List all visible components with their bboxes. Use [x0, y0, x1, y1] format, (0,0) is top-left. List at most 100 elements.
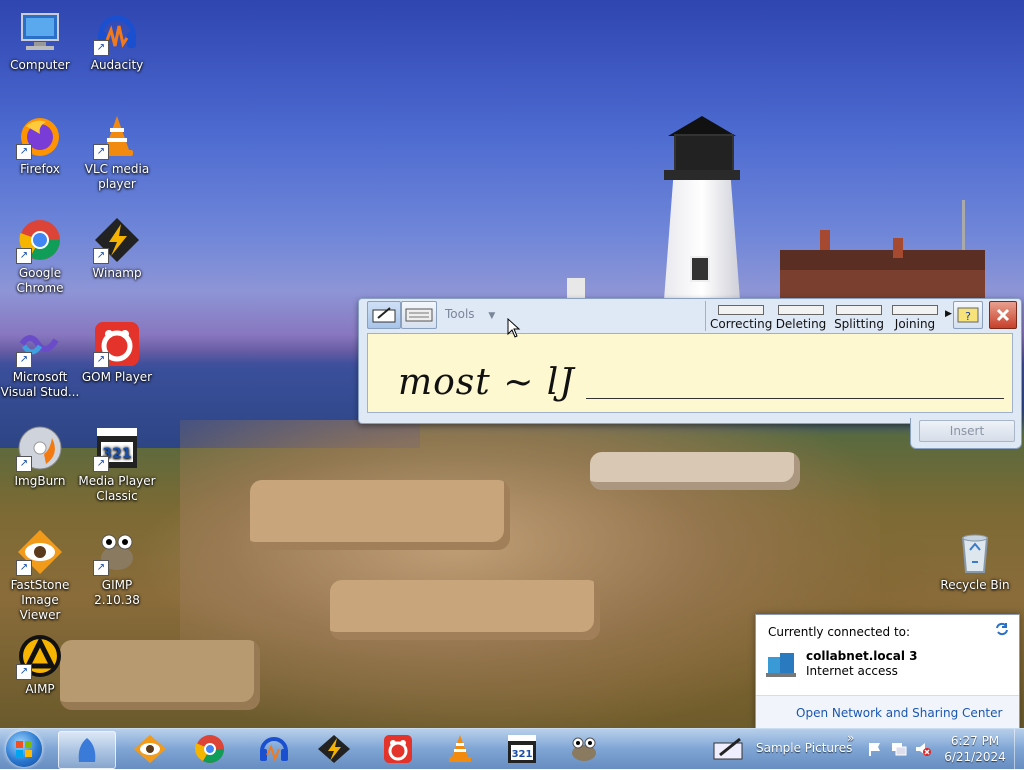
pen-pad-icon [372, 307, 396, 323]
close-button[interactable] [989, 301, 1017, 329]
small-building [567, 278, 585, 298]
input-panel-app-icon [78, 738, 96, 762]
rock [60, 640, 260, 710]
gimp-icon [572, 737, 596, 761]
desktop-icon-media-player-classic[interactable]: 321 ↗ Media Player Classic [77, 424, 157, 504]
vlc-icon [449, 735, 471, 762]
network-popup: Currently connected to: collabnet.local … [755, 614, 1020, 730]
gom-player-icon [384, 735, 412, 763]
help-icon: ? [957, 307, 979, 323]
rock [590, 452, 800, 490]
correcting-gesture-icon [718, 305, 764, 315]
desktop-icon-faststone[interactable]: ↗ FastStone Image Viewer [0, 528, 80, 623]
taskbar-audacity[interactable] [246, 731, 302, 767]
shortcut-arrow-icon: ↗ [93, 144, 109, 160]
taskbar-media-player-classic[interactable]: 321 [494, 731, 550, 767]
desktop-icon-gimp[interactable]: ↗ GIMP 2.10.38 [77, 528, 157, 608]
aimp-icon: ↗ [16, 632, 64, 680]
network-domain-icon [766, 653, 796, 677]
lighthouse [656, 110, 746, 300]
media-player-classic-icon: 321 ↗ [93, 424, 141, 472]
audacity-icon: ↗ [93, 8, 141, 56]
winamp-icon [318, 735, 350, 763]
faststone-icon [134, 735, 166, 763]
ink-text: most ~ lJ [398, 362, 575, 403]
insert-button[interactable]: Insert [919, 420, 1015, 442]
keyboard-button[interactable] [401, 301, 437, 329]
computer-icon [16, 8, 64, 56]
house-roof [780, 250, 985, 270]
gom-player-icon: ↗ [93, 320, 141, 368]
network-name: collabnet.local 3 [806, 649, 918, 663]
taskbar-vlc[interactable] [432, 731, 488, 767]
desktop-icon-gom-player[interactable]: ↗ GOM Player [77, 320, 157, 385]
chrome-icon [194, 735, 224, 763]
chrome-icon: ↗ [16, 216, 64, 264]
gesture-joining: Joining [884, 301, 946, 331]
taskbar-winamp[interactable] [306, 731, 362, 767]
gesture-deleting: Deleting [770, 301, 832, 331]
taskbar-gimp[interactable] [556, 731, 612, 767]
desktop-icon-recycle-bin[interactable]: Recycle Bin [935, 528, 1015, 593]
taskbar-gom-player[interactable] [370, 731, 426, 767]
close-icon [996, 308, 1010, 322]
taskbar-input-panel[interactable] [58, 731, 116, 769]
imgburn-icon: ↗ [16, 424, 64, 472]
faststone-icon: ↗ [16, 528, 64, 576]
toolbar-overflow-chevron[interactable]: » [847, 731, 854, 745]
shortcut-arrow-icon: ↗ [93, 40, 109, 56]
joining-gesture-icon [892, 305, 938, 315]
deleting-gesture-icon [778, 305, 824, 315]
network-popup-footer: Open Network and Sharing Center [756, 695, 1019, 730]
taskbar-chrome[interactable] [182, 731, 238, 767]
tablet-input-tray-icon[interactable] [712, 735, 746, 763]
network-sharing-center-link[interactable]: Open Network and Sharing Center [796, 706, 1002, 720]
desktop-icon-computer[interactable]: Computer [0, 8, 80, 73]
desktop-icon-aimp[interactable]: ↗ AIMP [0, 632, 80, 697]
winamp-icon: ↗ [93, 216, 141, 264]
desktop-icon-visual-studio[interactable]: ↗ Microsoft Visual Stud... [0, 320, 80, 400]
desktop-icon-imgburn[interactable]: ↗ ImgBurn [0, 424, 80, 489]
network-tray-icon[interactable] [890, 741, 908, 757]
recycle-bin-icon [951, 528, 999, 576]
gesture-splitting: Splitting [828, 301, 890, 331]
refresh-icon[interactable] [994, 621, 1010, 637]
system-clock[interactable]: 6:27 PM 6/21/2024 [940, 733, 1010, 765]
desktop-icon-audacity[interactable]: ↗ Audacity [77, 8, 157, 73]
taskbar-faststone[interactable] [122, 731, 178, 767]
splitting-gesture-icon [836, 305, 882, 315]
keyboard-icon [405, 308, 433, 322]
windows-logo-icon [16, 741, 32, 757]
shortcut-arrow-icon: ↗ [16, 664, 32, 680]
sample-pictures-toolbar[interactable]: Sample Pictures [756, 741, 852, 755]
input-panel: Tools ▼ Correcting Deleting Splitting Jo… [358, 298, 1022, 449]
rock [330, 580, 600, 640]
writing-pad[interactable]: most ~ lJ [367, 333, 1013, 413]
svg-text:?: ? [965, 310, 971, 323]
help-button[interactable]: ? [953, 301, 983, 329]
dropdown-arrow-icon: ▼ [488, 311, 496, 321]
action-center-flag-icon[interactable] [868, 741, 882, 757]
vlc-icon: ↗ [93, 112, 141, 160]
gesture-legend: Correcting Deleting Splitting Joining [705, 301, 944, 331]
rock [250, 480, 510, 550]
volume-muted-icon[interactable] [914, 741, 932, 757]
start-button[interactable] [6, 731, 42, 767]
desktop-icon-chrome[interactable]: ↗ Google Chrome [0, 216, 80, 296]
writing-baseline [586, 398, 1004, 399]
writing-pad-button[interactable] [367, 301, 401, 329]
expand-arrow-icon[interactable]: ▶ [945, 309, 952, 319]
desktop-icon-firefox[interactable]: ↗ Firefox [0, 112, 80, 177]
desktop-icon-winamp[interactable]: ↗ Winamp [77, 216, 157, 281]
shortcut-arrow-icon: ↗ [93, 352, 109, 368]
clock-date: 6/21/2024 [944, 750, 1006, 764]
input-panel-toolbar: Tools ▼ Correcting Deleting Splitting Jo… [363, 301, 1017, 331]
shortcut-arrow-icon: ↗ [93, 560, 109, 576]
clock-time: 6:27 PM [950, 734, 1000, 748]
show-desktop-button[interactable] [1014, 729, 1024, 769]
shortcut-arrow-icon: ↗ [93, 456, 109, 472]
tools-menu[interactable]: Tools ▼ [445, 307, 515, 325]
mouse-cursor-icon [507, 318, 521, 338]
network-popup-header: Currently connected to: [768, 625, 911, 639]
desktop-icon-vlc[interactable]: ↗ VLC media player [77, 112, 157, 192]
